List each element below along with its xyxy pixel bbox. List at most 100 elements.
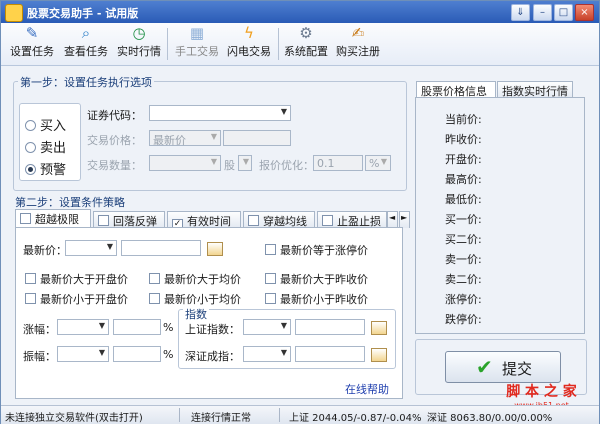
realtime-quote-button[interactable]: ◷ 实时行情: [113, 25, 165, 63]
price-input[interactable]: [223, 130, 291, 146]
current-price-label: 当前价:: [445, 113, 482, 126]
manual-trade-button[interactable]: ▦ 手工交易: [171, 25, 223, 63]
tab-take-profit[interactable]: 止盈止损: [317, 211, 387, 228]
radio-sell-label: 卖出: [40, 141, 67, 156]
tab-index-realtime[interactable]: 指数实时行情: [497, 81, 573, 98]
settings-icon: ⚙: [299, 24, 313, 42]
tab-checkbox[interactable]: [248, 215, 259, 226]
amplitude-compare-combo[interactable]: ▼: [57, 346, 109, 362]
stock-price-info-panel: [415, 97, 585, 334]
lt-open-label: 最新价小于开盘价: [40, 293, 128, 306]
edit-icon[interactable]: [371, 321, 387, 335]
qty-unit-dropdown[interactable]: ▼: [238, 155, 252, 171]
price-mode-value: 最新价: [153, 134, 186, 147]
online-help-link[interactable]: 在线帮助: [345, 381, 389, 397]
tab-checkbox[interactable]: [322, 215, 333, 226]
chevron-down-icon: ▼: [98, 321, 105, 330]
set-task-button[interactable]: ✎ 设置任务: [9, 25, 55, 63]
open-price-label: 开盘价:: [445, 153, 482, 166]
status-bar: 未连接独立交易软件(双击打开) 连接行情正常 上证 2044.05/-0.87/…: [1, 405, 599, 424]
minimize-button[interactable]: –: [533, 4, 552, 21]
tab-checkbox[interactable]: [20, 213, 31, 224]
bid1-price-label: 买一价:: [445, 213, 482, 226]
qty-combo[interactable]: ▼: [149, 155, 221, 171]
rise-label: 涨幅：: [23, 323, 56, 336]
lt-open-checkbox[interactable]: 最新价小于开盘价: [25, 291, 128, 307]
sh-index-input[interactable]: [295, 319, 365, 335]
check-icon: ✔: [476, 355, 493, 379]
toolbar-separator: [278, 28, 279, 60]
chart-icon: ▦: [189, 24, 205, 42]
toolbar-separator: [167, 28, 168, 60]
latest-price-compare-combo[interactable]: ▼: [65, 240, 117, 256]
tab-label: 超越极限: [35, 213, 79, 226]
rise-input[interactable]: [113, 319, 161, 335]
gt-prev-close-label: 最新价大于昨收价: [280, 273, 368, 286]
pencil-icon: ✎: [25, 24, 39, 42]
amplitude-input[interactable]: [113, 346, 161, 362]
gt-open-checkbox[interactable]: 最新价大于开盘价: [25, 271, 128, 287]
lt-prev-close-checkbox[interactable]: 最新价小于昨收价: [265, 291, 368, 307]
tab-exceed-limit[interactable]: 超越极限: [15, 209, 91, 228]
tab-scroll-right[interactable]: ►: [399, 211, 410, 228]
status-sz-index: 深证 8063.80/0.00/0.00%: [427, 413, 553, 424]
close-button[interactable]: ×: [575, 4, 594, 21]
search-icon: ⌕: [81, 24, 91, 42]
gt-avg-label: 最新价大于均价: [164, 273, 241, 286]
radio-sell[interactable]: 卖出: [25, 137, 66, 156]
status-quote: 连接行情正常: [191, 413, 251, 424]
status-separator: [179, 408, 180, 422]
latest-price-input[interactable]: [121, 240, 201, 256]
clock-icon: ◷: [132, 24, 146, 42]
sh-index-compare-combo[interactable]: ▼: [243, 319, 291, 335]
optimize-unit-value: %: [369, 157, 380, 170]
status-connection[interactable]: 未连接独立交易软件(双击打开): [5, 409, 143, 424]
gt-prev-close-checkbox[interactable]: 最新价大于昨收价: [265, 271, 368, 287]
radio-buy[interactable]: 买入: [25, 115, 66, 134]
radio-alert[interactable]: 预警: [25, 159, 66, 178]
price-mode-combo[interactable]: 最新价 ▼: [149, 130, 221, 147]
submit-button[interactable]: ✔ 提交: [445, 351, 561, 383]
sz-index-compare-combo[interactable]: ▼: [243, 346, 291, 362]
title-bar[interactable]: 股票交易助手 - 试用版 ⇓ – □ ×: [1, 1, 599, 23]
code-combo[interactable]: ▼: [149, 105, 291, 121]
sh-index-label: 上证指数：: [185, 323, 240, 336]
qty-label: 交易数量：: [87, 159, 142, 172]
toolbar: ✎ 设置任务 ⌕ 查看任务 ◷ 实时行情 ▦ 手工交易 ϟ 闪电交易 ⚙ 系统配…: [1, 23, 599, 66]
high-price-label: 最高价:: [445, 173, 482, 186]
gt-avg-checkbox[interactable]: 最新价大于均价: [149, 271, 241, 287]
sz-index-input[interactable]: [295, 346, 365, 362]
eq-limit-up-checkbox[interactable]: 最新价等于涨停价: [265, 242, 368, 258]
rise-compare-combo[interactable]: ▼: [57, 319, 109, 335]
chevron-down-icon: ▼: [210, 132, 217, 141]
view-task-button[interactable]: ⌕ 查看任务: [61, 25, 111, 63]
lt-prev-close-label: 最新价小于昨收价: [280, 293, 368, 306]
download-icon[interactable]: ⇓: [511, 4, 530, 21]
edit-icon[interactable]: [371, 348, 387, 362]
buy-register-button[interactable]: ✍ 购买注册: [333, 25, 383, 63]
tab-valid-time[interactable]: ✓ 有效时间: [167, 211, 241, 230]
optimize-input[interactable]: 0.1: [313, 155, 363, 171]
flash-trade-label: 闪电交易: [227, 45, 271, 58]
chevron-down-icon: ▼: [242, 157, 249, 166]
lt-avg-checkbox[interactable]: 最新价小于均价: [149, 291, 241, 307]
chevron-down-icon: ▼: [380, 157, 387, 166]
latest-price-label: 最新价：: [23, 244, 67, 257]
tab-scroll-left[interactable]: ◄: [387, 211, 398, 228]
tab-stock-price-info[interactable]: 股票价格信息: [416, 81, 496, 98]
maximize-button[interactable]: □: [554, 4, 573, 21]
lt-avg-label: 最新价小于均价: [164, 293, 241, 306]
chevron-down-icon: ▼: [106, 242, 113, 251]
system-config-button[interactable]: ⚙ 系统配置: [281, 25, 331, 63]
edit-icon[interactable]: [207, 242, 223, 256]
chevron-down-icon: ▼: [280, 348, 287, 357]
tab-checkbox[interactable]: [98, 215, 109, 226]
lightning-icon: ϟ: [244, 24, 254, 42]
tab-cross-ma[interactable]: 穿越均线: [243, 211, 315, 228]
optimize-unit-combo[interactable]: % ▼: [365, 155, 391, 171]
manual-trade-label: 手工交易: [175, 45, 219, 58]
view-task-label: 查看任务: [64, 45, 108, 58]
tab-pullback[interactable]: 回落反弹: [93, 211, 165, 228]
chevron-down-icon: ▼: [280, 321, 287, 330]
flash-trade-button[interactable]: ϟ 闪电交易: [223, 25, 275, 63]
